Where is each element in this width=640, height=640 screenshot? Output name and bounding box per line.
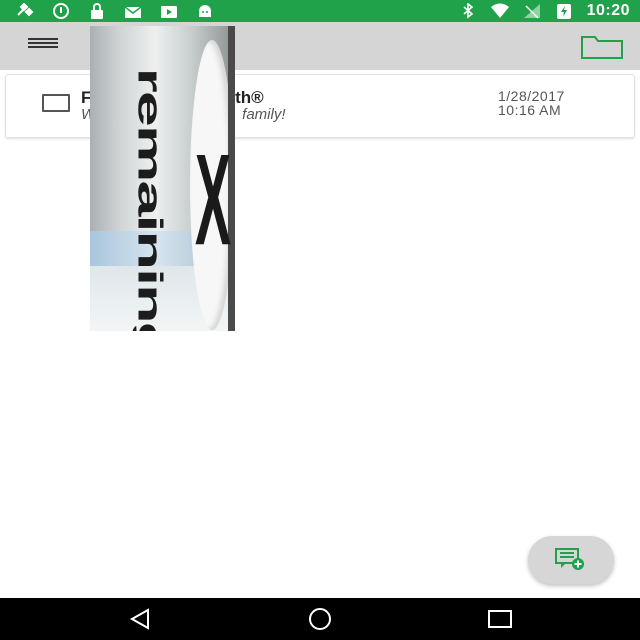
system-nav-bar (0, 598, 640, 640)
android-icon (199, 5, 211, 17)
status-time: 10:20 (586, 2, 630, 19)
hamburger-menu-icon[interactable] (28, 38, 60, 56)
recents-icon[interactable] (485, 607, 515, 631)
compose-message-button[interactable] (528, 536, 614, 584)
system-icons: 10:20 (459, 2, 630, 20)
message-preview-end: family! (242, 106, 286, 123)
notification-icons (16, 3, 214, 19)
close-icon: X (194, 129, 232, 273)
alert-icon (53, 3, 69, 19)
folder-icon[interactable] (580, 34, 624, 60)
message-checkbox[interactable] (42, 94, 70, 112)
wifi-icon (490, 3, 509, 18)
play-store-icon (161, 6, 177, 18)
message-title-end: lth® (230, 88, 264, 107)
ad-close-button[interactable]: X (194, 116, 232, 286)
overlay-ad-image[interactable]: remaining X (90, 26, 235, 331)
home-icon[interactable] (305, 607, 335, 631)
signal-icon (523, 4, 540, 19)
new-message-icon (555, 548, 584, 570)
bluetooth-icon (463, 3, 473, 19)
ad-remaining-text: remaining (130, 67, 169, 331)
status-bar: 10:20 (0, 0, 640, 22)
lock-icon (91, 3, 103, 19)
mail-icon (124, 6, 142, 18)
satellite-icon (17, 3, 34, 17)
battery-charging-icon (556, 4, 571, 19)
message-time: 10:16 AM (498, 102, 562, 118)
back-icon[interactable] (126, 607, 156, 631)
